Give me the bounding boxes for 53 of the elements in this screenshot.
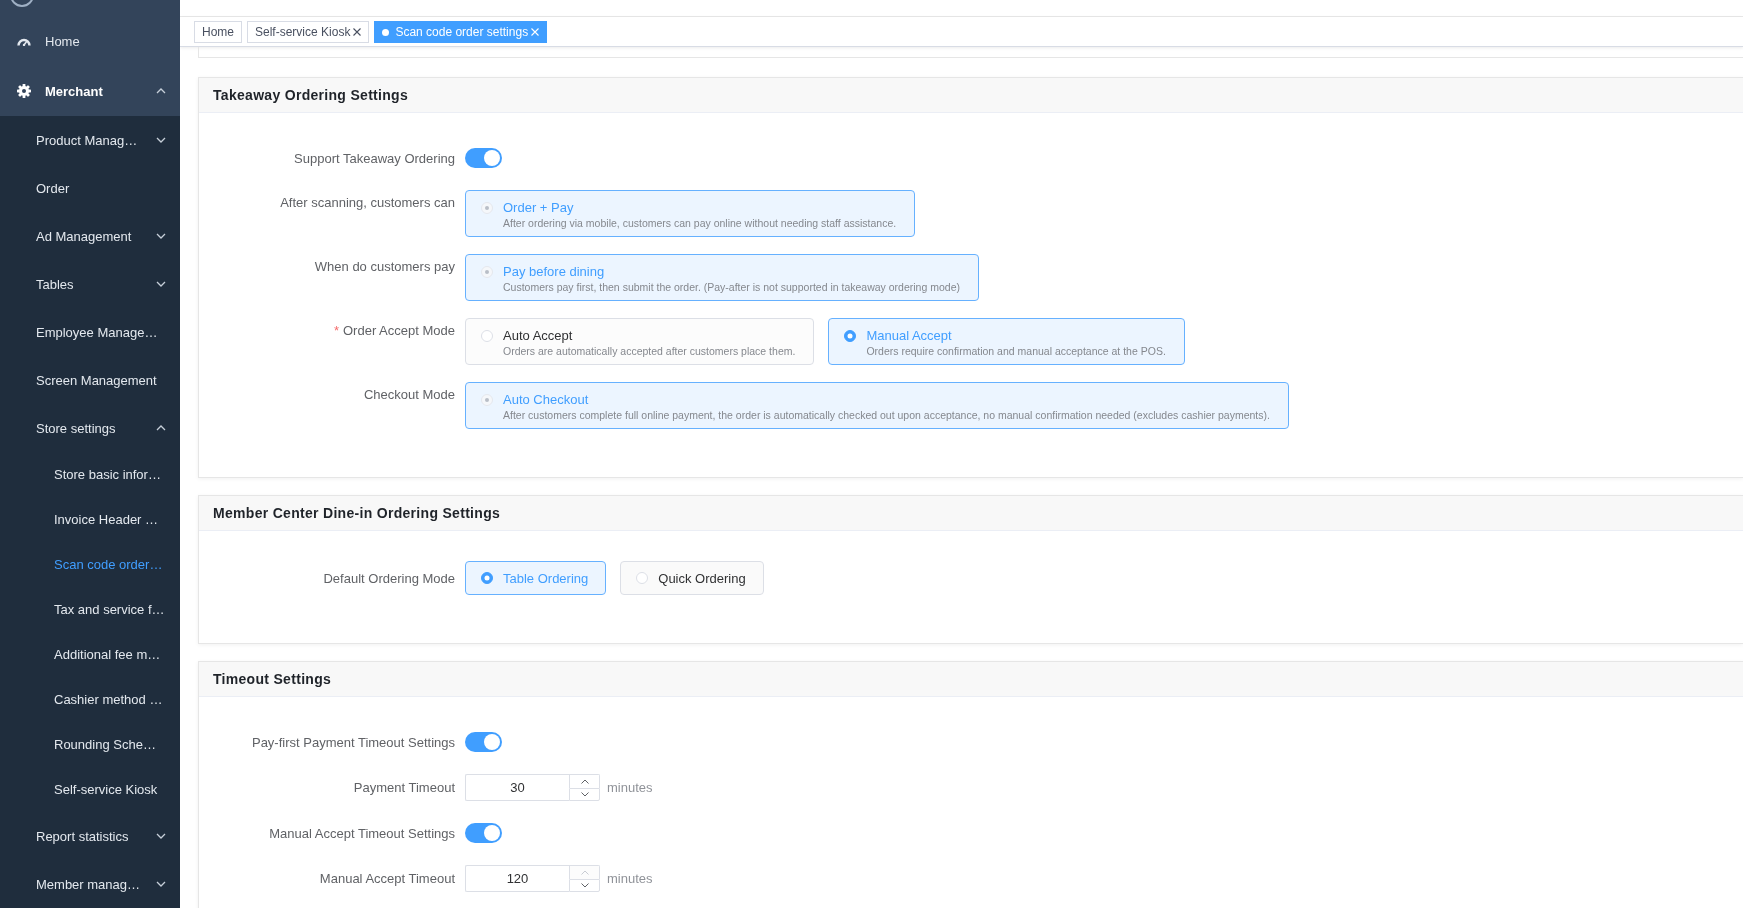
field-label: Manual Accept Timeout Settings — [269, 825, 455, 841]
caret-up-icon — [580, 869, 589, 875]
menu-item[interactable]: Tax and service f… — [0, 587, 180, 632]
field-label: Order Accept Mode — [343, 323, 455, 338]
field-label: Default Ordering Mode — [323, 570, 455, 586]
menu-item[interactable]: Store settings — [0, 404, 180, 452]
menu-item[interactable]: Tables — [0, 260, 180, 308]
field-label: Pay-first Payment Timeout Settings — [251, 734, 455, 750]
menu-item[interactable]: Order — [0, 164, 180, 212]
toggle-switch[interactable] — [465, 823, 502, 843]
number-input[interactable]: 120 — [465, 865, 569, 892]
menu-item[interactable]: Rounding Sche… — [0, 722, 180, 767]
menu-item[interactable]: Store basic infor… — [0, 452, 180, 497]
field-label: When do customers pay — [314, 259, 455, 274]
field-label: After scanning, customers can — [280, 195, 455, 210]
tab[interactable]: Home — [194, 21, 242, 43]
logo-icon — [10, 0, 34, 7]
number-input[interactable]: 30 — [465, 774, 569, 801]
menu-item[interactable]: Ad Management — [0, 212, 180, 260]
field-label: Payment Timeout — [353, 780, 455, 795]
menu-item[interactable]: Invoice Header … — [0, 497, 180, 542]
toggle-switch[interactable] — [465, 732, 502, 752]
field-label: Checkout Mode — [363, 387, 455, 402]
unit-label: minutes — [607, 780, 653, 795]
option-card[interactable]: Auto Accept Orders are automatically accepted after customers place them. — [465, 318, 815, 365]
toggle-switch[interactable] — [465, 148, 502, 168]
section-header: Timeout Settings — [199, 662, 1743, 697]
menu-item[interactable]: Employee Manage… — [0, 308, 180, 356]
gear-icon — [17, 84, 31, 98]
close-icon[interactable] — [353, 28, 362, 36]
required-mark: * — [333, 323, 339, 338]
field-label: Support Takeaway Ordering — [294, 150, 455, 166]
menu-item[interactable]: Report statistics — [0, 812, 180, 860]
gauge-icon — [17, 36, 31, 46]
menu-item[interactable]: Scan code order… — [0, 542, 180, 587]
dot-icon — [382, 28, 390, 36]
menu-item[interactable]: Cashier method … — [0, 677, 180, 722]
section-header: Takeaway Ordering Settings — [199, 78, 1743, 113]
menu-item[interactable]: Member manag… — [0, 860, 180, 908]
menu-item[interactable]: Home — [0, 16, 180, 66]
menu-item[interactable]: Product Manag… — [0, 116, 180, 164]
unit-label: minutes — [607, 871, 653, 886]
menu-item[interactable]: Merchant — [0, 66, 180, 116]
menu-item[interactable]: Additional fee m… — [0, 632, 180, 677]
radio-button[interactable]: Quick Ordering — [620, 561, 764, 595]
section-header: Member Center Dine-in Ordering Settings — [199, 496, 1743, 531]
caret-up-icon — [580, 778, 589, 784]
tab[interactable]: Self-service Kiosk — [247, 21, 370, 43]
caret-down-icon — [580, 882, 589, 888]
caret-down-icon — [580, 791, 589, 797]
menu-item[interactable]: Self-service Kiosk — [0, 767, 180, 812]
field-label: Manual Accept Timeout — [319, 871, 455, 886]
menu-item[interactable]: Screen Management — [0, 356, 180, 404]
